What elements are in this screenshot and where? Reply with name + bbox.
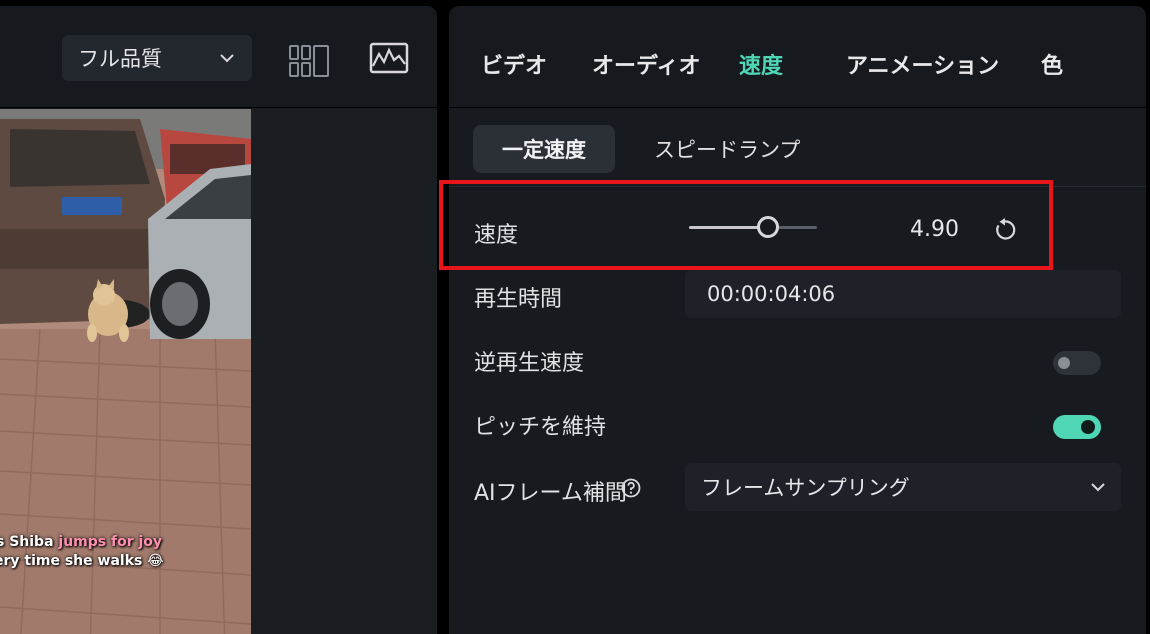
- quality-label: フル品質: [78, 47, 162, 71]
- subtab-speed-ramp[interactable]: スピードランプ: [654, 125, 800, 173]
- quality-dropdown[interactable]: フル品質: [62, 35, 252, 81]
- inspector-tabs: ビデオ オーディオ 速度 アニメーション 色: [449, 6, 1146, 108]
- toggle-knob: [1058, 357, 1070, 369]
- ai-interpolation-value: フレームサンプリング: [701, 476, 910, 500]
- video-preview-area: s Shiba jumps for joy ery time she walks…: [0, 109, 437, 634]
- tab-color[interactable]: 色: [1041, 48, 1063, 80]
- chevron-down-icon: [1091, 483, 1105, 492]
- preview-panel: フル品質 s Shiba jumps for joy ery time she …: [0, 6, 437, 634]
- speed-settings: 一定速度 スピードランプ 速度 4.90 再生時間 00:00:04:06 逆再…: [449, 109, 1146, 634]
- video-frame[interactable]: s Shiba jumps for joy ery time she walks…: [0, 109, 251, 634]
- waveform-monitor-icon[interactable]: [369, 42, 409, 76]
- speed-slider-thumb[interactable]: [757, 216, 780, 238]
- tab-animation[interactable]: アニメーション: [846, 48, 999, 80]
- inspector-panel: ビデオ オーディオ 速度 アニメーション 色 一定速度 スピードランプ 速度 4…: [449, 6, 1146, 634]
- speed-slider[interactable]: [689, 216, 817, 238]
- tab-audio[interactable]: オーディオ: [592, 48, 700, 80]
- reset-icon[interactable]: [992, 217, 1018, 243]
- duration-label: 再生時間: [474, 287, 563, 312]
- tab-speed[interactable]: 速度: [739, 48, 783, 80]
- reverse-speed-toggle[interactable]: [1053, 351, 1101, 375]
- ai-interpolation-label: AIフレーム補間: [474, 481, 627, 506]
- grid-layout-icon[interactable]: [289, 44, 331, 78]
- keep-pitch-toggle[interactable]: [1053, 415, 1101, 439]
- duration-input[interactable]: 00:00:04:06: [685, 270, 1121, 318]
- toggle-knob: [1081, 420, 1095, 434]
- video-caption-line-1: s Shiba jumps for joy: [0, 534, 163, 550]
- ai-interpolation-dropdown[interactable]: フレームサンプリング: [685, 463, 1121, 511]
- preview-toolbar: フル品質: [0, 6, 437, 108]
- reverse-speed-label: 逆再生速度: [474, 351, 585, 376]
- help-icon[interactable]: [621, 478, 641, 498]
- speed-value[interactable]: 4.90: [889, 217, 959, 242]
- video-caption-line-2: ery time she walks 😂: [0, 553, 164, 569]
- tab-video[interactable]: ビデオ: [481, 48, 547, 80]
- chevron-down-icon: [220, 54, 234, 63]
- speed-label: 速度: [474, 223, 519, 248]
- keep-pitch-label: ピッチを維持: [474, 415, 607, 440]
- speed-subtabs: 一定速度 スピードランプ: [449, 109, 1146, 187]
- subtab-constant-speed[interactable]: 一定速度: [473, 125, 615, 173]
